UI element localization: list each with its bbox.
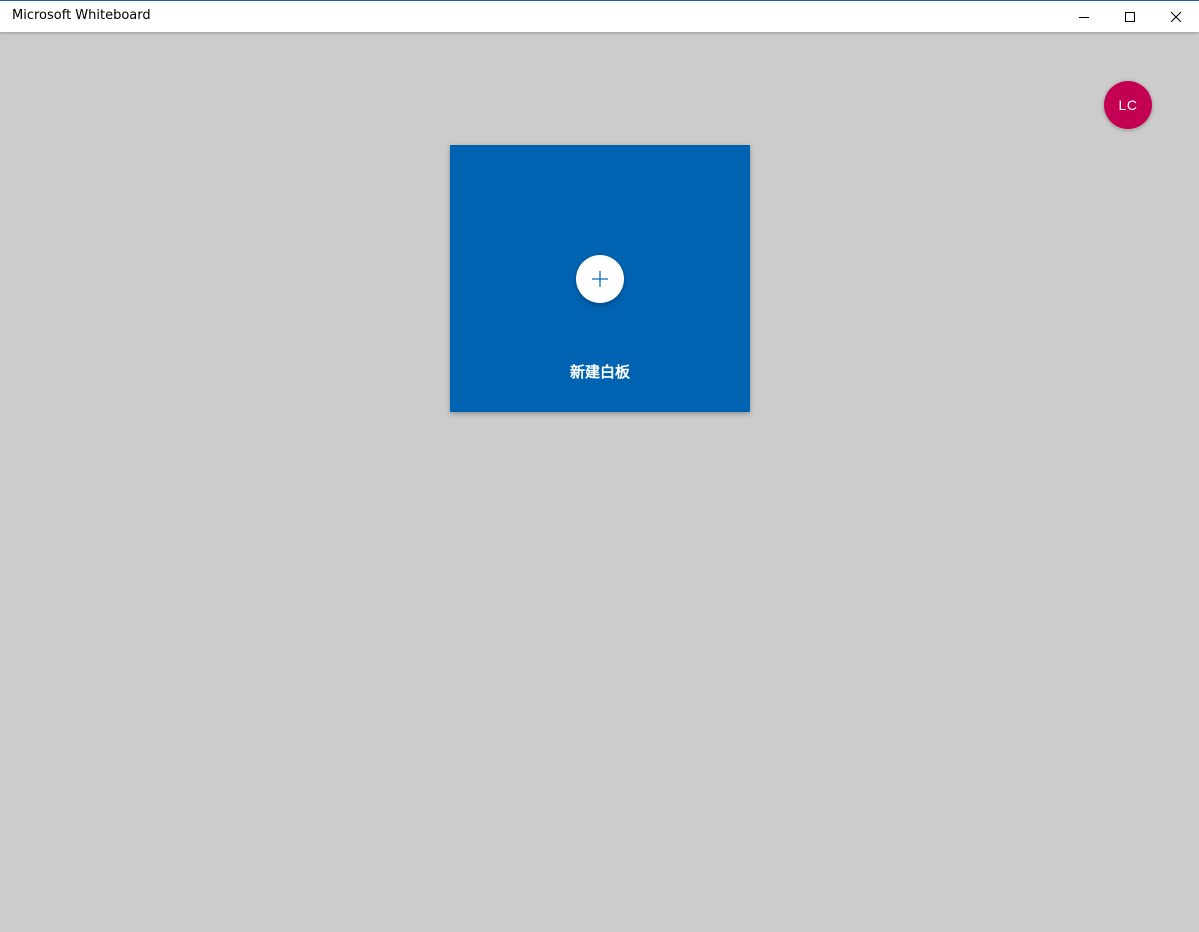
window-title: Microsoft Whiteboard (12, 8, 151, 23)
new-whiteboard-tile[interactable]: 新建白板 (450, 145, 750, 412)
new-board-label: 新建白板 (569, 363, 630, 381)
minimize-button[interactable] (1061, 1, 1107, 32)
title-bar[interactable]: Microsoft Whiteboard (0, 0, 1199, 32)
new-board-plus-button[interactable] (576, 255, 624, 303)
app-window: Microsoft Whiteboard LC 新建白板 (0, 0, 1199, 932)
account-avatar-button[interactable]: LC (1104, 81, 1152, 129)
window-controls (1061, 1, 1199, 32)
avatar-initials: LC (1118, 97, 1138, 113)
maximize-icon (1125, 11, 1135, 22)
plus-icon (592, 271, 608, 287)
maximize-button[interactable] (1107, 1, 1153, 32)
close-icon (1171, 11, 1181, 22)
close-button[interactable] (1153, 1, 1199, 32)
minimize-icon (1079, 16, 1089, 18)
